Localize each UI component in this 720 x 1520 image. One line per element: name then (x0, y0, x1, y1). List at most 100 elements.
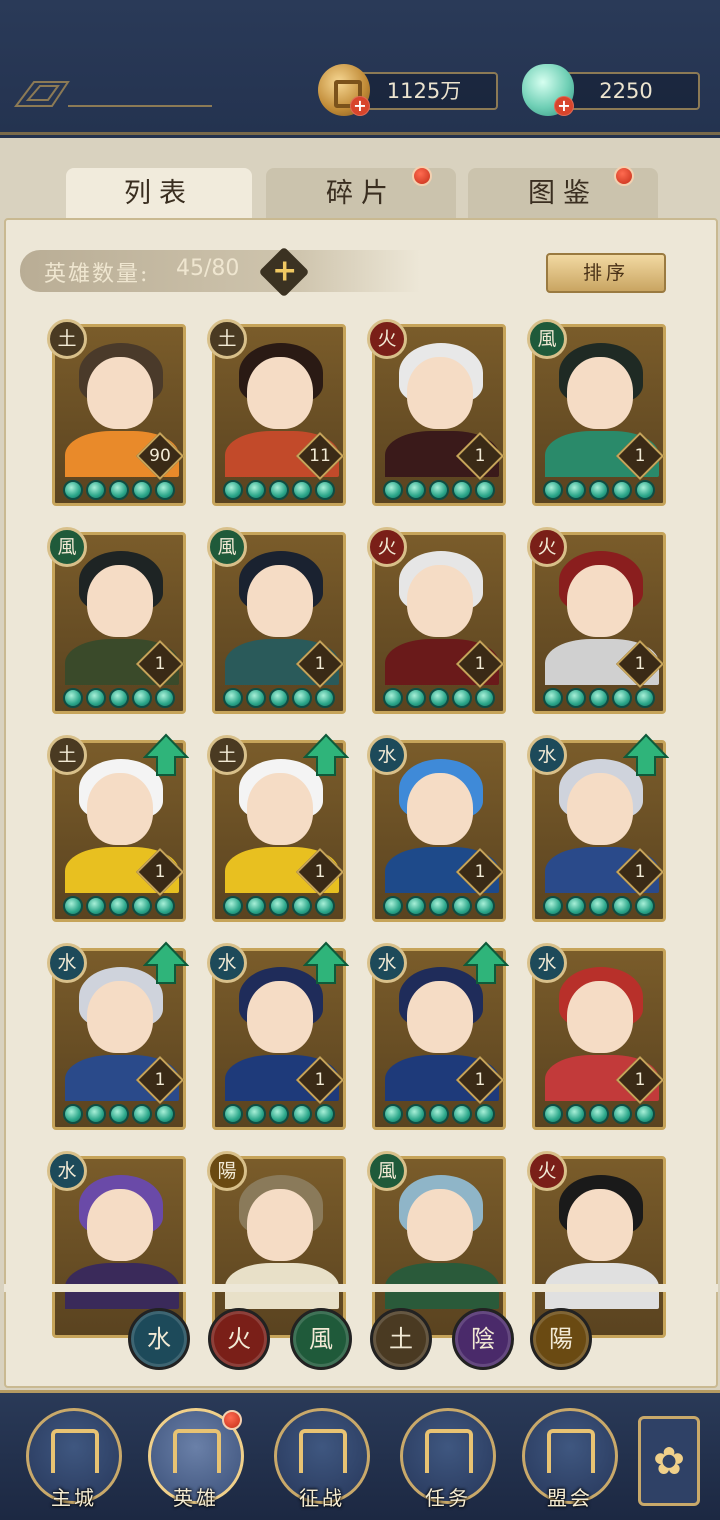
jade-star-icon (63, 480, 83, 500)
jade-star-icon (246, 688, 266, 708)
upgrade-arrow-icon (462, 941, 510, 985)
add-jade-button[interactable]: + (554, 96, 574, 116)
jade-star-icon (383, 896, 403, 916)
jade-star-icon (86, 1104, 106, 1124)
jade-star-icon (452, 1104, 472, 1124)
hero-level: 1 (474, 862, 486, 882)
nav-main-city-label: 主城 (51, 1486, 97, 1510)
element-badge: 土 (207, 319, 247, 359)
jade-star-icon (269, 896, 289, 916)
menu-button[interactable]: ✿ (638, 1416, 700, 1506)
jade-star-icon (383, 688, 403, 708)
element-badge: 土 (47, 319, 87, 359)
hero-level: 1 (314, 1070, 326, 1090)
hero-level: 11 (309, 446, 331, 466)
hero-level: 1 (314, 654, 326, 674)
hero-card[interactable]: 1火 (367, 319, 506, 506)
hero-star-row (383, 480, 495, 500)
jade-star-icon (315, 1104, 335, 1124)
hero-card[interactable]: 1水 (207, 941, 350, 1130)
hero-star-row (63, 896, 175, 916)
jade-star-icon (452, 896, 472, 916)
hero-level: 90 (149, 446, 171, 466)
hero-count-label: 英雄数量: (44, 262, 150, 287)
jade-star-icon (635, 688, 655, 708)
jade-star-icon (63, 896, 83, 916)
hero-star-row (223, 688, 335, 708)
hero-card[interactable]: 1水 (527, 733, 670, 922)
hero-card[interactable]: 1風 (47, 527, 186, 714)
hero-level: 1 (634, 862, 646, 882)
hero-star-row (543, 896, 655, 916)
jade-star-icon (246, 1104, 266, 1124)
hero-star-row (543, 1104, 655, 1124)
jade-star-icon (315, 896, 335, 916)
element-badge: 水 (47, 943, 87, 983)
element-filter-button[interactable]: 陰 (452, 1308, 514, 1370)
hero-card[interactable]: 1水 (367, 941, 510, 1130)
jade-star-icon (635, 896, 655, 916)
jade-star-icon (269, 480, 289, 500)
element-filter-button[interactable]: 火 (208, 1308, 270, 1370)
jade-star-icon (292, 688, 312, 708)
jade-star-icon (543, 480, 563, 500)
hero-level: 1 (154, 1070, 166, 1090)
jade-star-icon (566, 896, 586, 916)
hero-star-row (383, 688, 495, 708)
jade-star-icon (612, 1104, 632, 1124)
nav-heroes-label: 英雄 (173, 1486, 219, 1510)
hero-level: 1 (474, 654, 486, 674)
hero-card[interactable]: 1風 (207, 527, 346, 714)
grid-bottom-mask (4, 1284, 718, 1292)
hero-level: 1 (154, 862, 166, 882)
jade-star-icon (635, 1104, 655, 1124)
element-badge: 土 (207, 735, 247, 775)
jade-star-icon (383, 1104, 403, 1124)
hero-star-row (223, 480, 335, 500)
jade-star-icon (635, 480, 655, 500)
jade-star-icon (566, 480, 586, 500)
jade-star-icon (155, 1104, 175, 1124)
element-filter-button[interactable]: 水 (128, 1308, 190, 1370)
jade-star-icon (589, 688, 609, 708)
jade-star-icon (566, 688, 586, 708)
hero-level: 1 (474, 1070, 486, 1090)
hero-card[interactable]: 1風 (527, 319, 666, 506)
upgrade-arrow-icon (142, 941, 190, 985)
element-filter-button[interactable]: 陽 (530, 1308, 592, 1370)
sort-button[interactable]: 排序 (546, 253, 666, 293)
nav-heroes-icon (173, 1429, 221, 1473)
hero-card[interactable]: 90 土 (47, 319, 186, 506)
nav-tasks-icon (425, 1429, 473, 1473)
hero-card[interactable]: 1水 (47, 941, 190, 1130)
upgrade-arrow-icon (622, 733, 670, 777)
hero-card[interactable]: 1水 (367, 735, 506, 922)
hero-card[interactable]: 1土 (47, 733, 190, 922)
element-filter-button[interactable]: 風 (290, 1308, 352, 1370)
hero-star-row (63, 1104, 175, 1124)
hero-level: 1 (314, 862, 326, 882)
element-badge: 火 (527, 1151, 567, 1191)
upgrade-arrow-icon (302, 941, 350, 985)
hero-star-row (223, 896, 335, 916)
add-coin-button[interactable]: + (350, 96, 370, 116)
element-badge: 水 (527, 943, 567, 983)
jade-star-icon (406, 480, 426, 500)
hero-star-row (383, 896, 495, 916)
jade-star-icon (155, 480, 175, 500)
hero-card[interactable]: 11 土 (207, 319, 346, 506)
element-badge: 水 (207, 943, 247, 983)
jade-star-icon (63, 1104, 83, 1124)
tab-list[interactable]: 列表 (66, 168, 252, 218)
hero-card[interactable]: 1土 (207, 733, 350, 922)
hero-card[interactable]: 1水 (527, 943, 666, 1130)
jade-star-icon (589, 896, 609, 916)
element-badge: 火 (367, 527, 407, 567)
hero-card[interactable]: 1火 (367, 527, 506, 714)
element-badge: 水 (367, 735, 407, 775)
element-filter-button[interactable]: 土 (370, 1308, 432, 1370)
hero-count-value: 45/80 (176, 256, 240, 281)
hero-card[interactable]: 1火 (527, 527, 666, 714)
jade-star-icon (315, 480, 335, 500)
jade-star-icon (246, 480, 266, 500)
